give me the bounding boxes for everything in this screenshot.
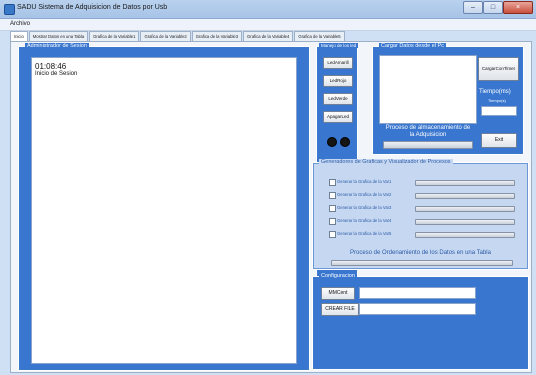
tab-grafica-var1[interactable]: Grafica de la Variable1 <box>89 31 140 41</box>
ordenamiento-label: Proceso de Ordenamiento de los Datos en … <box>350 250 491 256</box>
led-indicator-2 <box>340 137 350 147</box>
tab-strip: Inicio Mostrar Datos en una Tabla Grafic… <box>10 31 346 42</box>
config-panel-title: Configuracion <box>319 273 357 279</box>
session-log-textarea[interactable]: 01:08:46 Inicio de Sesion <box>31 57 297 364</box>
menu-bar: Archivo <box>0 19 536 31</box>
close-button[interactable]: × <box>503 1 533 14</box>
menu-archivo[interactable]: Archivo <box>10 21 30 27</box>
tab-mostrar-datos[interactable]: Mostrar Datos en una Tabla <box>28 31 89 41</box>
var1-checkbox[interactable] <box>329 179 336 186</box>
var3-label: Generar la Grafica de la Var3 <box>337 205 392 210</box>
graph-row-var2: Generar la Grafica de la Var2 <box>329 192 519 200</box>
var2-progress-bar <box>415 193 515 199</box>
led-amarillo-button[interactable]: LedAmarill <box>323 57 353 69</box>
almacenamiento-progress-bar <box>383 141 473 149</box>
cargar-con-timer-button[interactable]: CargarConTimer <box>478 57 519 81</box>
title-bar: SADU Sistema de Adquisicion de Datos por… <box>0 0 536 19</box>
tab-grafica-var4[interactable]: Grafica de la Variable4 <box>243 31 294 41</box>
tab-grafica-var3[interactable]: Grafica de la Variable3 <box>191 31 243 41</box>
tab-grafica-var5[interactable]: Grafica de la Variable5 <box>294 31 345 41</box>
graph-row-var5: Generar la Grafica de la Var5 <box>329 231 519 239</box>
var5-checkbox[interactable] <box>329 231 336 238</box>
proceso-almacenamiento-label: Proceso de almacenamiento de la Adquisic… <box>385 125 471 138</box>
pc-panel-title: Cargar Datos desde el Pc <box>379 43 446 49</box>
config-panel: Configuracion MMCent CREAR FILE <box>312 273 529 370</box>
graph-panel: Generadores de Graficas y Visualizador d… <box>312 159 529 270</box>
var2-checkbox[interactable] <box>329 192 336 199</box>
graph-row-var4: Generar la Grafica de la Var4 <box>329 218 519 226</box>
mmcent-input[interactable] <box>359 287 476 299</box>
pc-panel: Cargar Datos desde el Pc CargarConTimer … <box>372 43 524 155</box>
tab-grafica-var2[interactable]: Grafica de la Variable2 <box>140 31 191 41</box>
window-title: SADU Sistema de Adquisicion de Datos por… <box>17 4 168 11</box>
tiempo-s-label: Tiempo(s) <box>488 98 506 103</box>
minimize-button[interactable]: – <box>463 1 483 14</box>
apagar-led-button[interactable]: ApagarLed <box>323 111 353 123</box>
var1-label: Generar la Grafica de la Var1 <box>337 179 392 184</box>
var5-progress-bar <box>415 232 515 238</box>
session-time: 01:08:46 <box>35 62 67 71</box>
crear-file-input[interactable] <box>359 303 476 315</box>
mmcent-button[interactable]: MMCent <box>321 287 355 300</box>
led-rojo-button[interactable]: LedRojo <box>323 75 353 87</box>
graph-row-var1: Generar la Grafica de la Var1 <box>329 179 519 187</box>
var4-checkbox[interactable] <box>329 218 336 225</box>
var3-checkbox[interactable] <box>329 205 336 212</box>
session-status: Inicio de Sesion <box>35 71 78 77</box>
pc-data-textarea[interactable] <box>379 55 477 124</box>
graph-row-var3: Generar la Grafica de la Var3 <box>329 205 519 213</box>
tiempo-input[interactable] <box>481 106 517 116</box>
var2-label: Generar la Grafica de la Var2 <box>337 192 392 197</box>
session-panel: Administrador de Sesion 01:08:46 Inicio … <box>18 43 310 371</box>
ordenamiento-progress-bar <box>331 260 513 266</box>
maximize-button[interactable]: □ <box>483 1 503 14</box>
crear-file-button[interactable]: CREAR FILE <box>321 303 359 316</box>
var4-label: Generar la Grafica de la Var4 <box>337 218 392 223</box>
leds-panel-title: Manejo de los led <box>319 43 359 48</box>
session-panel-title: Administrador de Sesion <box>25 43 89 49</box>
led-indicator-1 <box>327 137 337 147</box>
tiempo-ms-label: Tiempo(ms) <box>479 89 511 95</box>
exit-button[interactable]: Exit <box>481 133 517 148</box>
var3-progress-bar <box>415 206 515 212</box>
var1-progress-bar <box>415 180 515 186</box>
var4-progress-bar <box>415 219 515 225</box>
var5-label: Generar la Grafica de la Var5 <box>337 231 392 236</box>
app-icon <box>4 4 15 15</box>
graph-panel-title: Generadores de Graficas y Visualizador d… <box>319 159 453 165</box>
led-verde-button[interactable]: LedVerde <box>323 93 353 105</box>
